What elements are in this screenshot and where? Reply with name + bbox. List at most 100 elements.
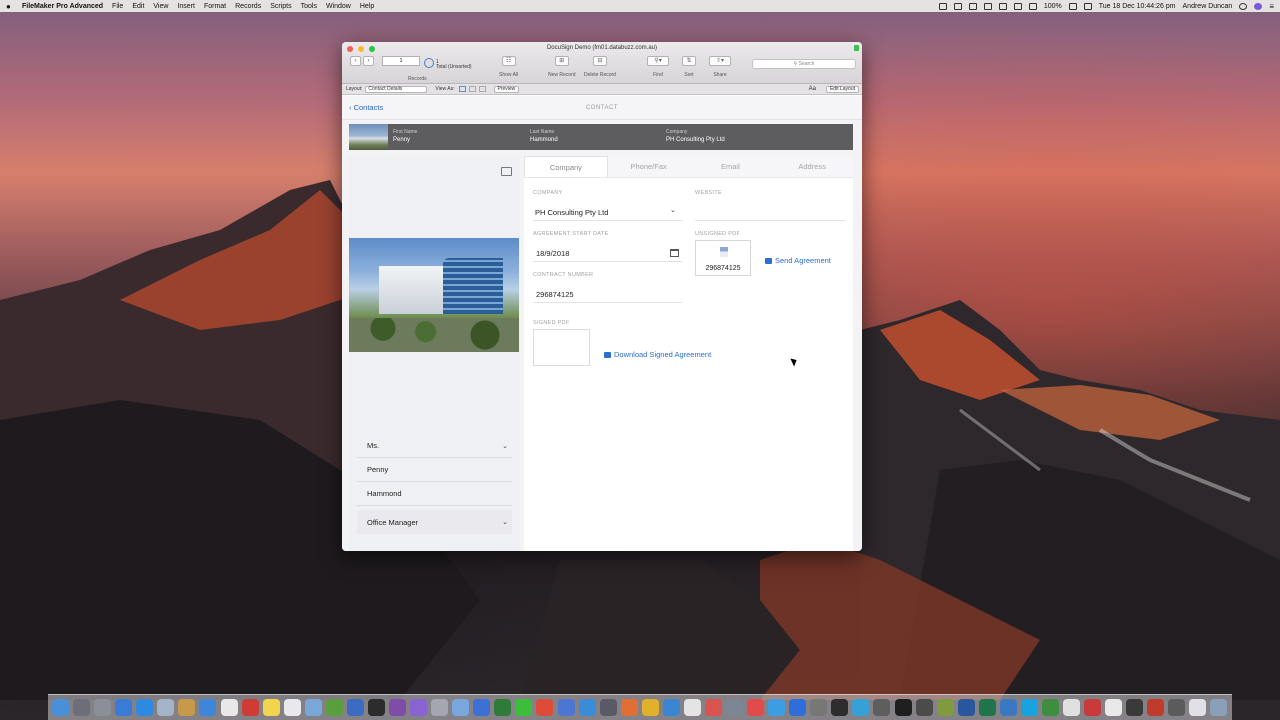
next-record-button[interactable]: ›: [363, 56, 374, 66]
dock-app-icon[interactable]: [1041, 699, 1059, 716]
dock-app-icon[interactable]: [73, 699, 91, 716]
share-button[interactable]: ⇧▾: [709, 56, 731, 66]
calendar-icon[interactable]: [670, 249, 679, 257]
dock-app-icon[interactable]: [389, 699, 406, 716]
download-signed-agreement-button[interactable]: Download Signed Agreement: [604, 350, 711, 359]
preview-button[interactable]: Preview: [493, 85, 520, 93]
menu-help[interactable]: Help: [360, 3, 374, 10]
dropbox-icon[interactable]: [983, 2, 992, 10]
dock-app-icon[interactable]: [178, 699, 196, 716]
tab-email[interactable]: Email: [690, 156, 772, 177]
dock-app-icon[interactable]: [894, 699, 912, 716]
dock-app-icon[interactable]: [367, 699, 385, 716]
dock-app-icon[interactable]: [662, 699, 680, 716]
dock-app-icon[interactable]: [94, 699, 112, 716]
previous-record-button[interactable]: ‹: [350, 56, 361, 66]
dock-app-icon[interactable]: [1020, 699, 1038, 716]
job-title-select[interactable]: Office Manager ⌄: [357, 510, 512, 534]
agreement-start-field[interactable]: 18/9/2018: [536, 249, 569, 258]
dock-app-icon[interactable]: [52, 699, 69, 716]
tab-address[interactable]: Address: [771, 156, 853, 177]
bluetooth-icon[interactable]: [998, 2, 1007, 10]
dock-app-icon[interactable]: [304, 699, 322, 716]
dock-app-icon[interactable]: [452, 699, 470, 716]
view-as-list-icon[interactable]: [468, 86, 476, 92]
dock-app-icon[interactable]: [557, 699, 575, 716]
dock-app-icon[interactable]: [1210, 699, 1228, 716]
send-agreement-button[interactable]: Send Agreement: [765, 256, 831, 265]
battery-percent[interactable]: 100%: [1044, 3, 1062, 10]
dock-app-icon[interactable]: [789, 699, 807, 716]
battery-icon[interactable]: [1068, 2, 1077, 10]
menu-file[interactable]: File: [112, 3, 123, 10]
current-record-field[interactable]: 1: [382, 56, 420, 66]
tab-company[interactable]: Company: [524, 156, 608, 177]
menu-window[interactable]: Window: [326, 3, 351, 10]
dock-app-icon[interactable]: [978, 699, 996, 716]
dock-app-icon[interactable]: [536, 699, 554, 716]
dock-app-icon[interactable]: [683, 699, 701, 716]
tab-phone-fax[interactable]: Phone/Fax: [608, 156, 690, 177]
contract-number-field[interactable]: 296874125: [536, 290, 574, 299]
dock-app-icon[interactable]: [410, 699, 428, 716]
signed-pdf-container[interactable]: [533, 329, 590, 366]
flag-icon[interactable]: [1083, 2, 1092, 10]
dock-app-icon[interactable]: [136, 699, 154, 716]
company-field[interactable]: PH Consulting Pty Ltd: [535, 208, 608, 217]
dock-app-icon[interactable]: [578, 699, 596, 716]
dock-app-icon[interactable]: [915, 699, 933, 716]
dock-app-icon[interactable]: [473, 699, 491, 716]
dock-app-icon[interactable]: [157, 699, 175, 716]
volume-icon[interactable]: [1028, 2, 1037, 10]
menu-user[interactable]: Andrew Duncan: [1183, 3, 1233, 10]
notification-center-icon[interactable]: ≡: [1269, 2, 1274, 11]
chevron-down-icon[interactable]: ⌄: [670, 206, 676, 214]
dock-app-icon[interactable]: [873, 699, 891, 716]
dock-app-icon[interactable]: [1084, 699, 1102, 716]
dock-app-icon[interactable]: [325, 699, 343, 716]
view-as-form-icon[interactable]: [458, 86, 466, 92]
dock-app-icon[interactable]: [599, 699, 617, 716]
company-photo[interactable]: [349, 238, 519, 352]
dock-app-icon[interactable]: [515, 699, 533, 716]
unsigned-pdf-container[interactable]: 296874125: [695, 240, 751, 276]
dock-app-icon[interactable]: [494, 699, 512, 716]
dock-app-icon[interactable]: [641, 699, 659, 716]
dock-app-icon[interactable]: [957, 699, 975, 716]
menu-edit[interactable]: Edit: [132, 3, 144, 10]
dock-app-icon[interactable]: [283, 699, 301, 716]
show-all-button[interactable]: ☷: [501, 56, 516, 66]
dock-app-icon[interactable]: [726, 699, 743, 716]
dock-app-icon[interactable]: [704, 699, 722, 716]
apple-icon[interactable]: ●: [6, 2, 16, 11]
title-select[interactable]: Ms. ⌄: [357, 434, 512, 458]
wifi-icon[interactable]: [1013, 2, 1022, 10]
formatting-bar-toggle[interactable]: Aa: [809, 86, 816, 92]
dock-app-icon[interactable]: [115, 699, 133, 716]
dock-app-icon[interactable]: [768, 699, 786, 716]
delete-record-button[interactable]: ⊟: [592, 56, 607, 66]
dock-app-icon[interactable]: [831, 699, 849, 716]
spotlight-icon[interactable]: [1239, 2, 1248, 10]
menu-format[interactable]: Format: [204, 3, 226, 10]
menu-records[interactable]: Records: [235, 3, 261, 10]
airplay-icon[interactable]: [968, 2, 977, 10]
edit-layout-button[interactable]: Edit Layout: [825, 86, 859, 93]
menu-insert[interactable]: Insert: [177, 3, 195, 10]
dock-app-icon[interactable]: [262, 699, 280, 716]
menu-scripts[interactable]: Scripts: [270, 3, 291, 10]
dock-app-icon[interactable]: [1147, 699, 1165, 716]
dock-app-icon[interactable]: [1105, 699, 1123, 716]
dock-app-icon[interactable]: [1168, 699, 1186, 716]
status-icon[interactable]: [953, 2, 962, 10]
dock-app-icon[interactable]: [810, 699, 828, 716]
layout-select[interactable]: Contact Details: [365, 85, 428, 93]
view-as-table-icon[interactable]: [478, 86, 486, 92]
dock-app-icon[interactable]: [852, 699, 870, 716]
quick-find-search[interactable]: ⚲ Search: [752, 59, 856, 69]
menu-clock[interactable]: Tue 18 Dec 10:44:26 pm: [1099, 3, 1176, 10]
dock-app-icon[interactable]: [199, 699, 217, 716]
dock-app-icon[interactable]: [747, 699, 765, 716]
dock-app-icon[interactable]: [431, 699, 449, 716]
menu-view[interactable]: View: [153, 3, 168, 10]
